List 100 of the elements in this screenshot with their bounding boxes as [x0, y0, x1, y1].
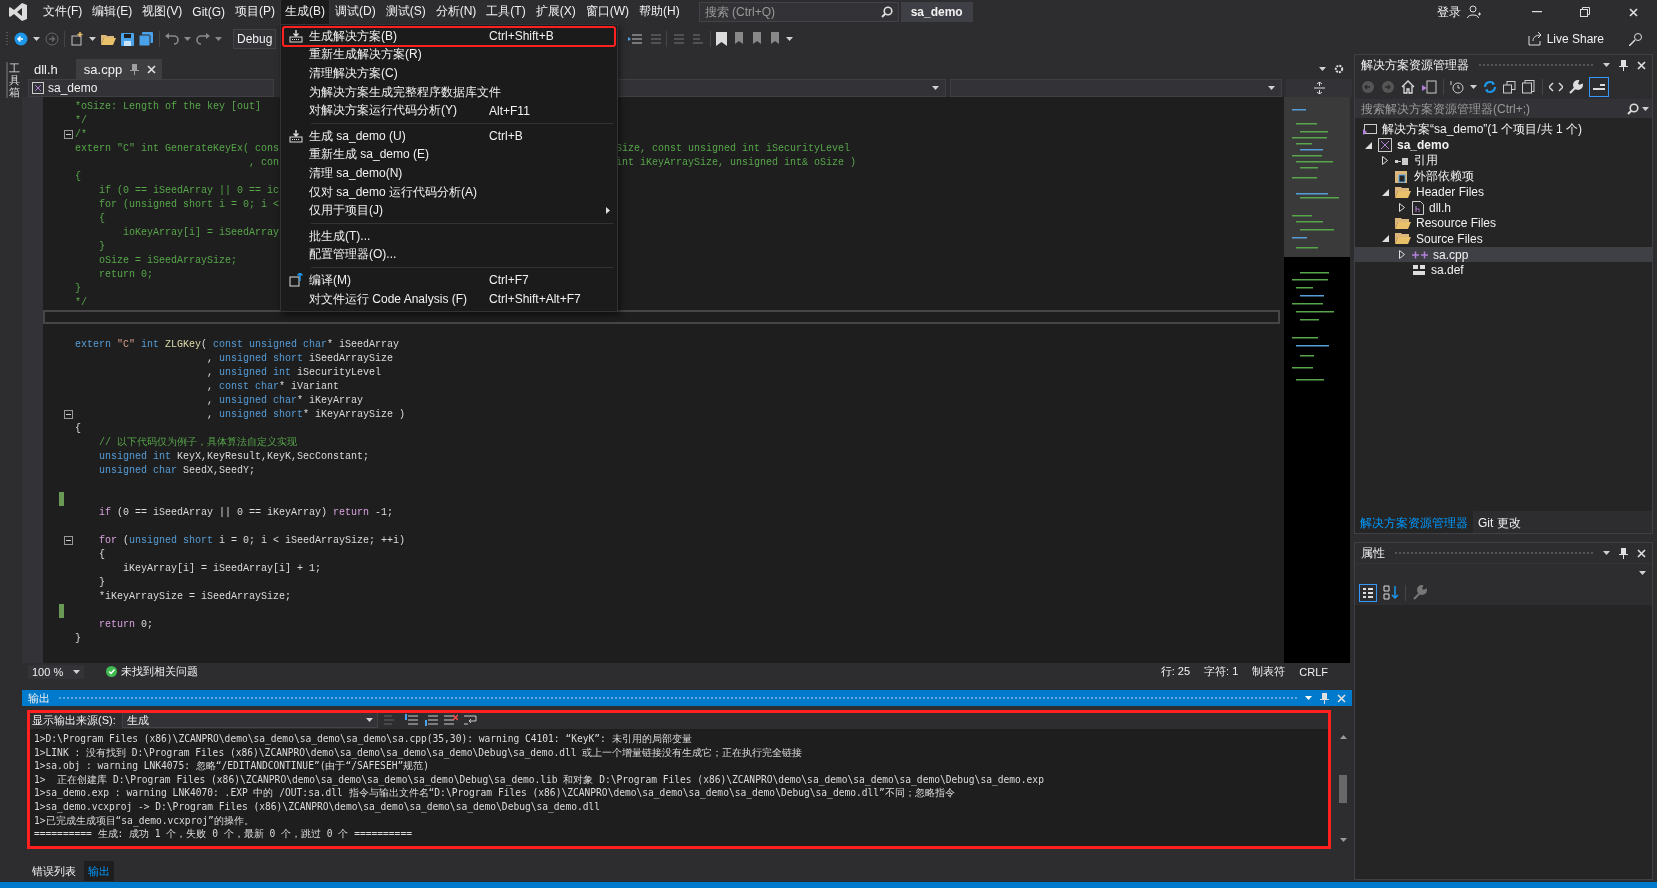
clear-all-icon[interactable] — [443, 714, 458, 726]
close-icon[interactable] — [1637, 60, 1646, 70]
close-icon[interactable] — [1637, 548, 1646, 558]
caret-icon[interactable] — [1639, 570, 1646, 575]
document-tab[interactable]: sa.cpp — [75, 59, 163, 79]
alphabetical-icon[interactable] — [1383, 585, 1399, 601]
caret-icon[interactable] — [932, 86, 939, 90]
configuration-dropdown[interactable]: Debug — [233, 29, 277, 49]
scroll-down-icon[interactable] — [1339, 838, 1347, 842]
search-field[interactable]: 搜索 (Ctrl+Q) — [698, 2, 899, 22]
panel-tab[interactable]: 错误列表 — [28, 861, 80, 881]
tree-item[interactable]: Source Files — [1355, 231, 1652, 247]
scroll-up-icon[interactable] — [1339, 735, 1347, 739]
categorized-icon[interactable] — [1359, 584, 1377, 602]
tree-item[interactable]: sa_demo — [1355, 137, 1652, 154]
collapse-icon[interactable] — [64, 536, 73, 545]
menu-item[interactable]: 清理 sa_demo(N) — [283, 164, 615, 183]
menu-item[interactable]: 分析(N) — [430, 0, 482, 25]
issues-status[interactable]: 未找到相关问题 — [121, 664, 198, 679]
dropdown-caret-icon[interactable] — [1319, 67, 1326, 71]
indent-mode[interactable]: 制表符 — [1252, 664, 1286, 679]
menu-item[interactable]: 编译(M) Ctrl+F7 — [283, 271, 615, 290]
switch-views-icon[interactable] — [1421, 80, 1437, 94]
menu-item[interactable]: 工具(T) — [481, 0, 531, 25]
close-icon[interactable] — [147, 64, 157, 74]
menu-item[interactable]: 仅对 sa_demo 运行代码分析(A) — [283, 182, 615, 202]
history-icon[interactable] — [1450, 80, 1464, 94]
split-window-icon[interactable] — [1313, 82, 1325, 94]
bookmark-clear-icon[interactable] — [768, 32, 782, 46]
menu-item[interactable]: 生成解决方案(B) Ctrl+Shift+B — [283, 27, 615, 46]
menu-item[interactable]: Git(G) — [187, 0, 230, 24]
tree-item[interactable]: 解决方案“sa_demo”(1 个项目/共 1 个) — [1355, 122, 1652, 138]
project-dropdown[interactable]: sa_demo — [28, 79, 274, 97]
collapsed-arrow-icon[interactable] — [1399, 250, 1405, 260]
sign-in-link[interactable]: 登录 — [1437, 3, 1461, 21]
minimize-icon[interactable] — [1532, 11, 1542, 13]
prev-message-icon[interactable] — [403, 714, 418, 726]
home-icon[interactable] — [1401, 80, 1415, 94]
menu-item[interactable]: 仅用于项目(J) — [283, 201, 615, 220]
collapsed-arrow-icon[interactable] — [1399, 203, 1405, 213]
menu-item[interactable]: 为解决方案生成完整程序数据库文件 — [283, 82, 615, 102]
document-tab[interactable]: dll.h — [26, 59, 66, 79]
pin-icon[interactable] — [1619, 59, 1628, 71]
caret-icon[interactable] — [184, 37, 191, 41]
menu-item[interactable]: 窗口(W) — [580, 0, 634, 25]
live-share-button[interactable]: Live Share — [1521, 30, 1610, 48]
caret-icon[interactable] — [786, 37, 794, 41]
caret-icon[interactable] — [89, 37, 96, 41]
expanded-arrow-icon[interactable] — [1381, 235, 1389, 243]
property-pages-icon[interactable] — [1412, 585, 1428, 601]
menu-item[interactable]: 批生成(T)... — [283, 226, 615, 246]
save-all-icon[interactable] — [139, 32, 154, 46]
tree-item[interactable]: 外部依赖项 — [1355, 168, 1652, 185]
scrollbar-thumb[interactable] — [1339, 774, 1347, 803]
undo-icon[interactable] — [165, 33, 179, 45]
menu-item[interactable]: 调试(D) — [330, 0, 381, 25]
menu-item[interactable]: 对文件运行 Code Analysis (F) Ctrl+Shift+Alt+F7 — [283, 289, 615, 309]
menu-item[interactable]: 配置管理器(O)... — [283, 245, 615, 265]
collapse-all-icon[interactable] — [1503, 80, 1516, 94]
search-field[interactable]: 搜索解决方案资源管理器(Ctrl+;) — [1355, 99, 1652, 118]
caret-icon[interactable] — [33, 37, 40, 41]
zoom-dropdown[interactable]: 100 % — [28, 664, 84, 679]
new-item-icon[interactable] — [70, 32, 84, 46]
settings-icon[interactable] — [1334, 64, 1344, 74]
menu-item[interactable]: 项目(P) — [230, 0, 280, 25]
dropdown-caret-icon[interactable] — [1305, 696, 1312, 700]
restore-icon[interactable] — [1580, 7, 1590, 17]
panel-tab[interactable]: 输出 — [84, 861, 114, 881]
dropdown-caret-icon[interactable] — [1603, 551, 1610, 555]
app-logo-icon[interactable] — [8, 2, 28, 22]
panel-tab[interactable]: Git 更改 — [1473, 511, 1526, 533]
wrench-icon[interactable] — [1569, 80, 1583, 94]
menu-item[interactable]: 重新生成 sa_demo (E) — [283, 145, 615, 165]
pin-icon[interactable] — [1619, 547, 1628, 559]
menu-item[interactable]: 帮助(H) — [634, 0, 685, 25]
caret-icon[interactable] — [73, 669, 81, 674]
caret-icon[interactable] — [365, 718, 373, 722]
open-folder-icon[interactable] — [101, 32, 116, 46]
caret-icon[interactable] — [1642, 106, 1649, 111]
indent-icon[interactable] — [628, 32, 643, 46]
menu-item[interactable]: 清理解决方案(C) — [283, 64, 615, 83]
collapse-icon[interactable] — [64, 130, 73, 139]
minimap-drawing[interactable] — [1284, 97, 1350, 663]
caret-icon[interactable] — [1470, 85, 1477, 89]
preview-icon[interactable] — [1589, 77, 1609, 97]
menu-item[interactable]: 文件(F) — [38, 0, 88, 25]
tree-item[interactable]: Header Files — [1355, 184, 1652, 200]
menu-item[interactable]: 测试(S) — [380, 0, 431, 25]
menu-item[interactable]: 对解决方案运行代码分析(Y) Alt+F11 — [283, 101, 615, 120]
word-wrap-icon[interactable] — [463, 714, 478, 726]
redo-icon[interactable] — [196, 33, 210, 45]
tree-item[interactable]: 引用 — [1355, 153, 1652, 169]
feedback-icon[interactable] — [1629, 32, 1643, 46]
bookmark-icon[interactable] — [716, 32, 728, 46]
menu-item[interactable]: 重新生成解决方案(R) — [283, 45, 615, 65]
menu-item[interactable]: 视图(V) — [137, 0, 188, 25]
bookmark-prev-icon[interactable] — [732, 32, 746, 46]
close-icon[interactable] — [1628, 7, 1638, 17]
tree-item[interactable]: sa.def — [1355, 262, 1652, 278]
collapse-icon[interactable] — [64, 410, 73, 419]
